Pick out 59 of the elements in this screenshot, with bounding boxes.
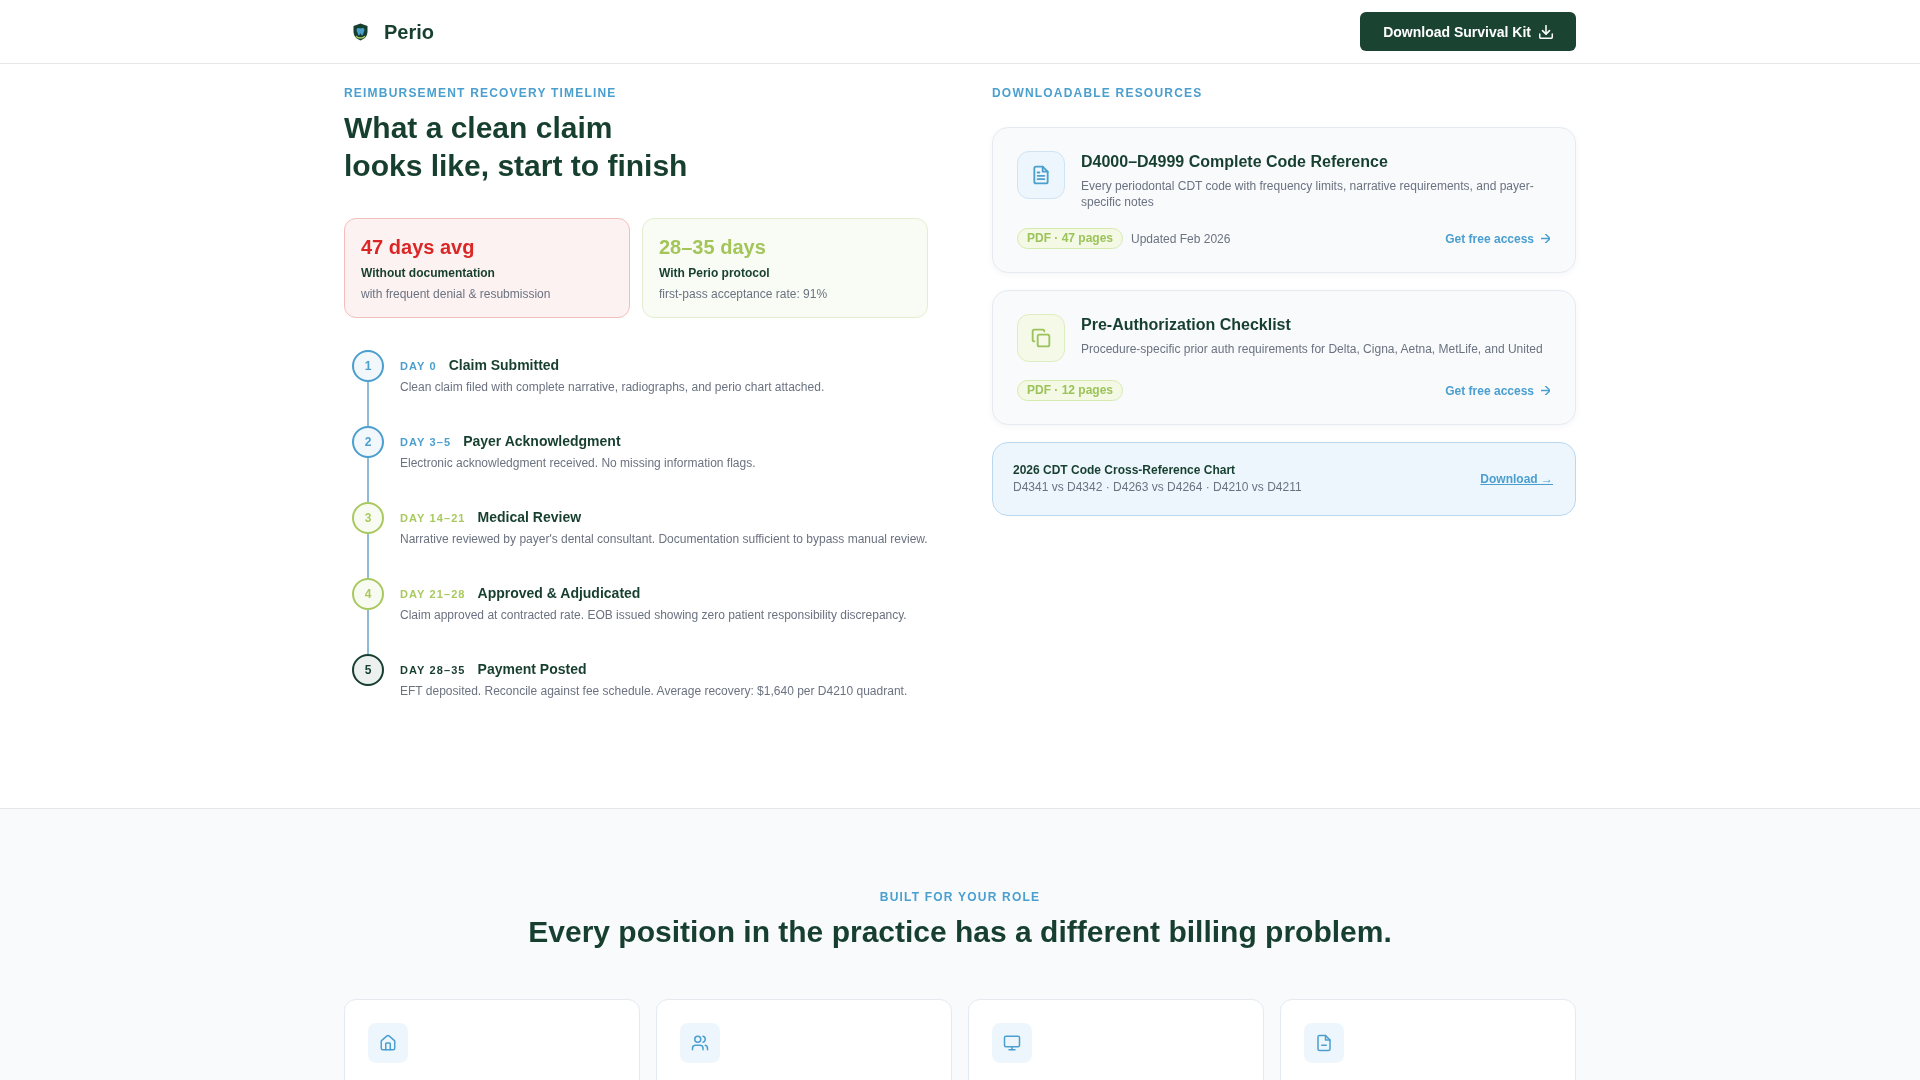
step-marker: 3: [352, 502, 384, 534]
timeline-line: [367, 610, 369, 654]
step-title: Medical Review: [477, 508, 582, 527]
timeline-line: [367, 534, 369, 578]
section-heading: What a clean claim looks like, start to finish: [344, 110, 689, 184]
stat-label: With Perio protocol: [659, 265, 771, 281]
house-icon: [368, 1023, 408, 1063]
timeline-line: [367, 458, 369, 502]
step-description: Narrative reviewed by payer's dental consultant. Documentation sufficient to bypass manual review.: [400, 531, 928, 548]
section-eyebrow: BUILT FOR YOUR ROLE: [878, 889, 1042, 905]
step-title: Claim Submitted: [448, 356, 560, 375]
step-day: DAY 0: [400, 354, 437, 378]
step-day: DAY 21–28: [400, 582, 466, 606]
copy-icon: [1017, 314, 1065, 362]
arrow-right-icon: [1541, 386, 1550, 395]
monitor-icon: [992, 1023, 1032, 1063]
step-day: DAY 3–5: [400, 430, 452, 454]
step-title: Approved & Adjudicated: [477, 584, 641, 603]
step-title: Payment Posted: [477, 660, 587, 679]
step-day: DAY 28–35: [400, 658, 466, 682]
get-access-link[interactable]: Get free access: [1445, 382, 1550, 399]
resource-description: Procedure-specific prior auth requirements for Delta, Cigna, Aetna, MetLife, and United: [1081, 341, 1544, 357]
stat-value: 28–35 days: [659, 235, 767, 259]
document-minus-icon: [1304, 1023, 1344, 1063]
step-marker: 5: [352, 654, 384, 686]
updated-date: Updated Feb 2026: [1131, 230, 1231, 247]
download-icon: [1539, 24, 1553, 39]
banner-subtitle: D4341 vs D4342 · D4263 vs D4264 · D4210 vs D4211: [1013, 479, 1302, 496]
step-title: Payer Acknowledgment: [463, 432, 621, 451]
stat-note: first-pass acceptance rate: 91%: [659, 286, 829, 302]
step-day: DAY 14–21: [400, 506, 466, 530]
stat-note: with frequent denial & resubmission: [361, 286, 552, 302]
step-description: Electronic acknowledgment received. No missing information flags.: [400, 455, 756, 472]
stat-label: Without documentation: [361, 265, 496, 281]
step-description: Claim approved at contracted rate. EOB issued showing zero patient responsibility discrepancy.: [400, 607, 907, 624]
step-description: Clean claim filed with complete narrative, radiographs, and perio chart attached.: [400, 379, 825, 396]
timeline-line: [367, 382, 369, 426]
brand-name[interactable]: Perio: [384, 19, 435, 44]
banner-title: 2026 CDT Code Cross-Reference Chart: [1013, 462, 1237, 478]
resource-title: Pre-Authorization Checklist: [1081, 315, 1292, 335]
download-kit-button[interactable]: Download Survival Kit: [1360, 12, 1576, 51]
section-heading: Every position in the practice has a different billing problem.: [527, 914, 1393, 950]
resource-title: D4000–D4999 Complete Code Reference: [1081, 152, 1389, 172]
step-description: EFT deposited. Reconcile against fee schedule. Average recovery: $1,640 per D4210 quadrant.: [400, 683, 908, 700]
step-marker: 4: [352, 578, 384, 610]
people-icon: [680, 1023, 720, 1063]
step-marker: 2: [352, 426, 384, 458]
download-link[interactable]: Download →: [1480, 471, 1553, 487]
pdf-badge: PDF · 12 pages: [1017, 380, 1124, 401]
step-marker: 1: [352, 350, 384, 382]
document-icon: [1017, 151, 1065, 199]
arrow-right-icon: [1541, 234, 1550, 243]
pdf-badge: PDF · 47 pages: [1017, 228, 1124, 249]
shield-icon: [353, 22, 368, 41]
section-eyebrow: DOWNLOADABLE RESOURCES: [992, 85, 1204, 101]
get-access-link[interactable]: Get free access: [1445, 230, 1550, 247]
resource-description: Every periodontal CDT code with frequency limits, narrative requirements, and payer-specific notes: [1081, 178, 1535, 210]
section-eyebrow: REIMBURSEMENT RECOVERY TIMELINE: [344, 85, 618, 101]
stat-value: 47 days avg: [361, 235, 476, 259]
